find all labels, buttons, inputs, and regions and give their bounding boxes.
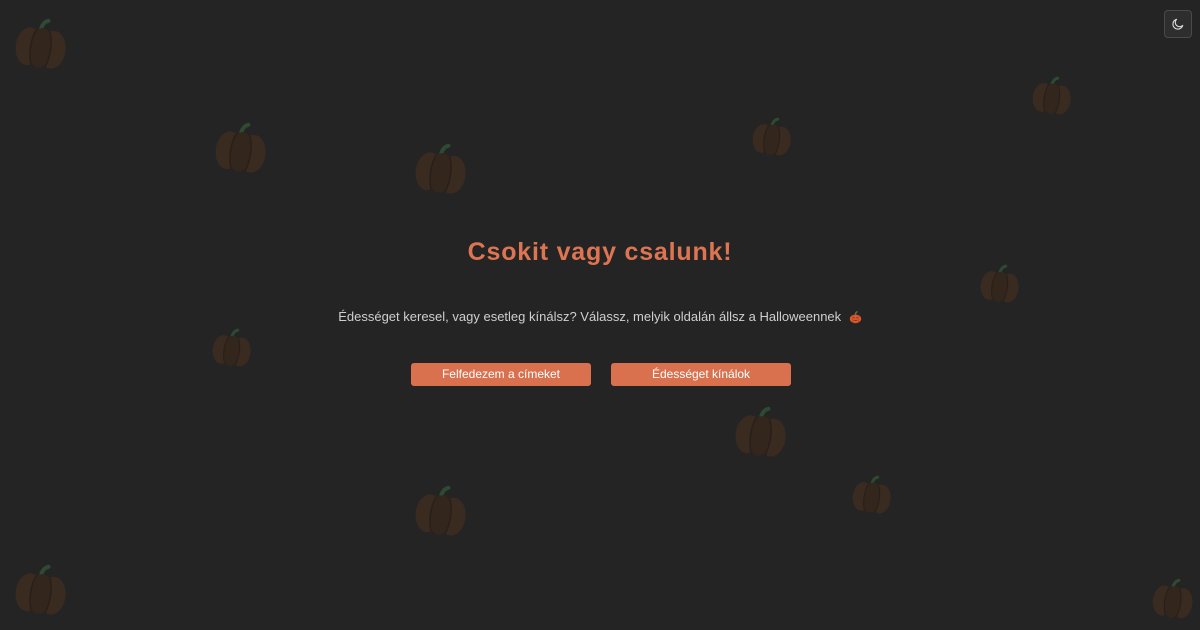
page-subtitle: Édességet keresel, vagy esetleg kínálsz?… — [0, 309, 1200, 325]
offer-candy-button[interactable]: Édességet kínálok — [611, 363, 791, 386]
page: Csokit vagy csalunk! Édességet keresel, … — [0, 0, 1200, 630]
pumpkin-icon — [415, 143, 466, 194]
subtitle-text: Édességet keresel, vagy esetleg kínálsz?… — [338, 309, 842, 324]
pumpkin-icon — [1032, 76, 1071, 115]
page-title: Csokit vagy csalunk! — [467, 238, 733, 266]
pumpkin-emoji-icon — [849, 311, 861, 324]
pumpkin-icon — [415, 485, 466, 536]
pumpkin-icon — [1152, 578, 1193, 619]
pumpkin-icon — [735, 406, 786, 457]
pumpkin-icon — [752, 117, 791, 156]
explore-addresses-button[interactable]: Felfedezem a címeket — [411, 363, 591, 386]
pumpkin-icon — [980, 264, 1019, 303]
pumpkin-icon — [15, 564, 66, 615]
moon-icon — [1172, 18, 1184, 30]
pumpkin-icon — [212, 328, 251, 367]
pumpkin-icon — [852, 475, 891, 514]
pumpkin-icon — [215, 122, 266, 173]
pumpkin-icon — [15, 18, 66, 69]
theme-toggle-button[interactable] — [1164, 10, 1192, 38]
